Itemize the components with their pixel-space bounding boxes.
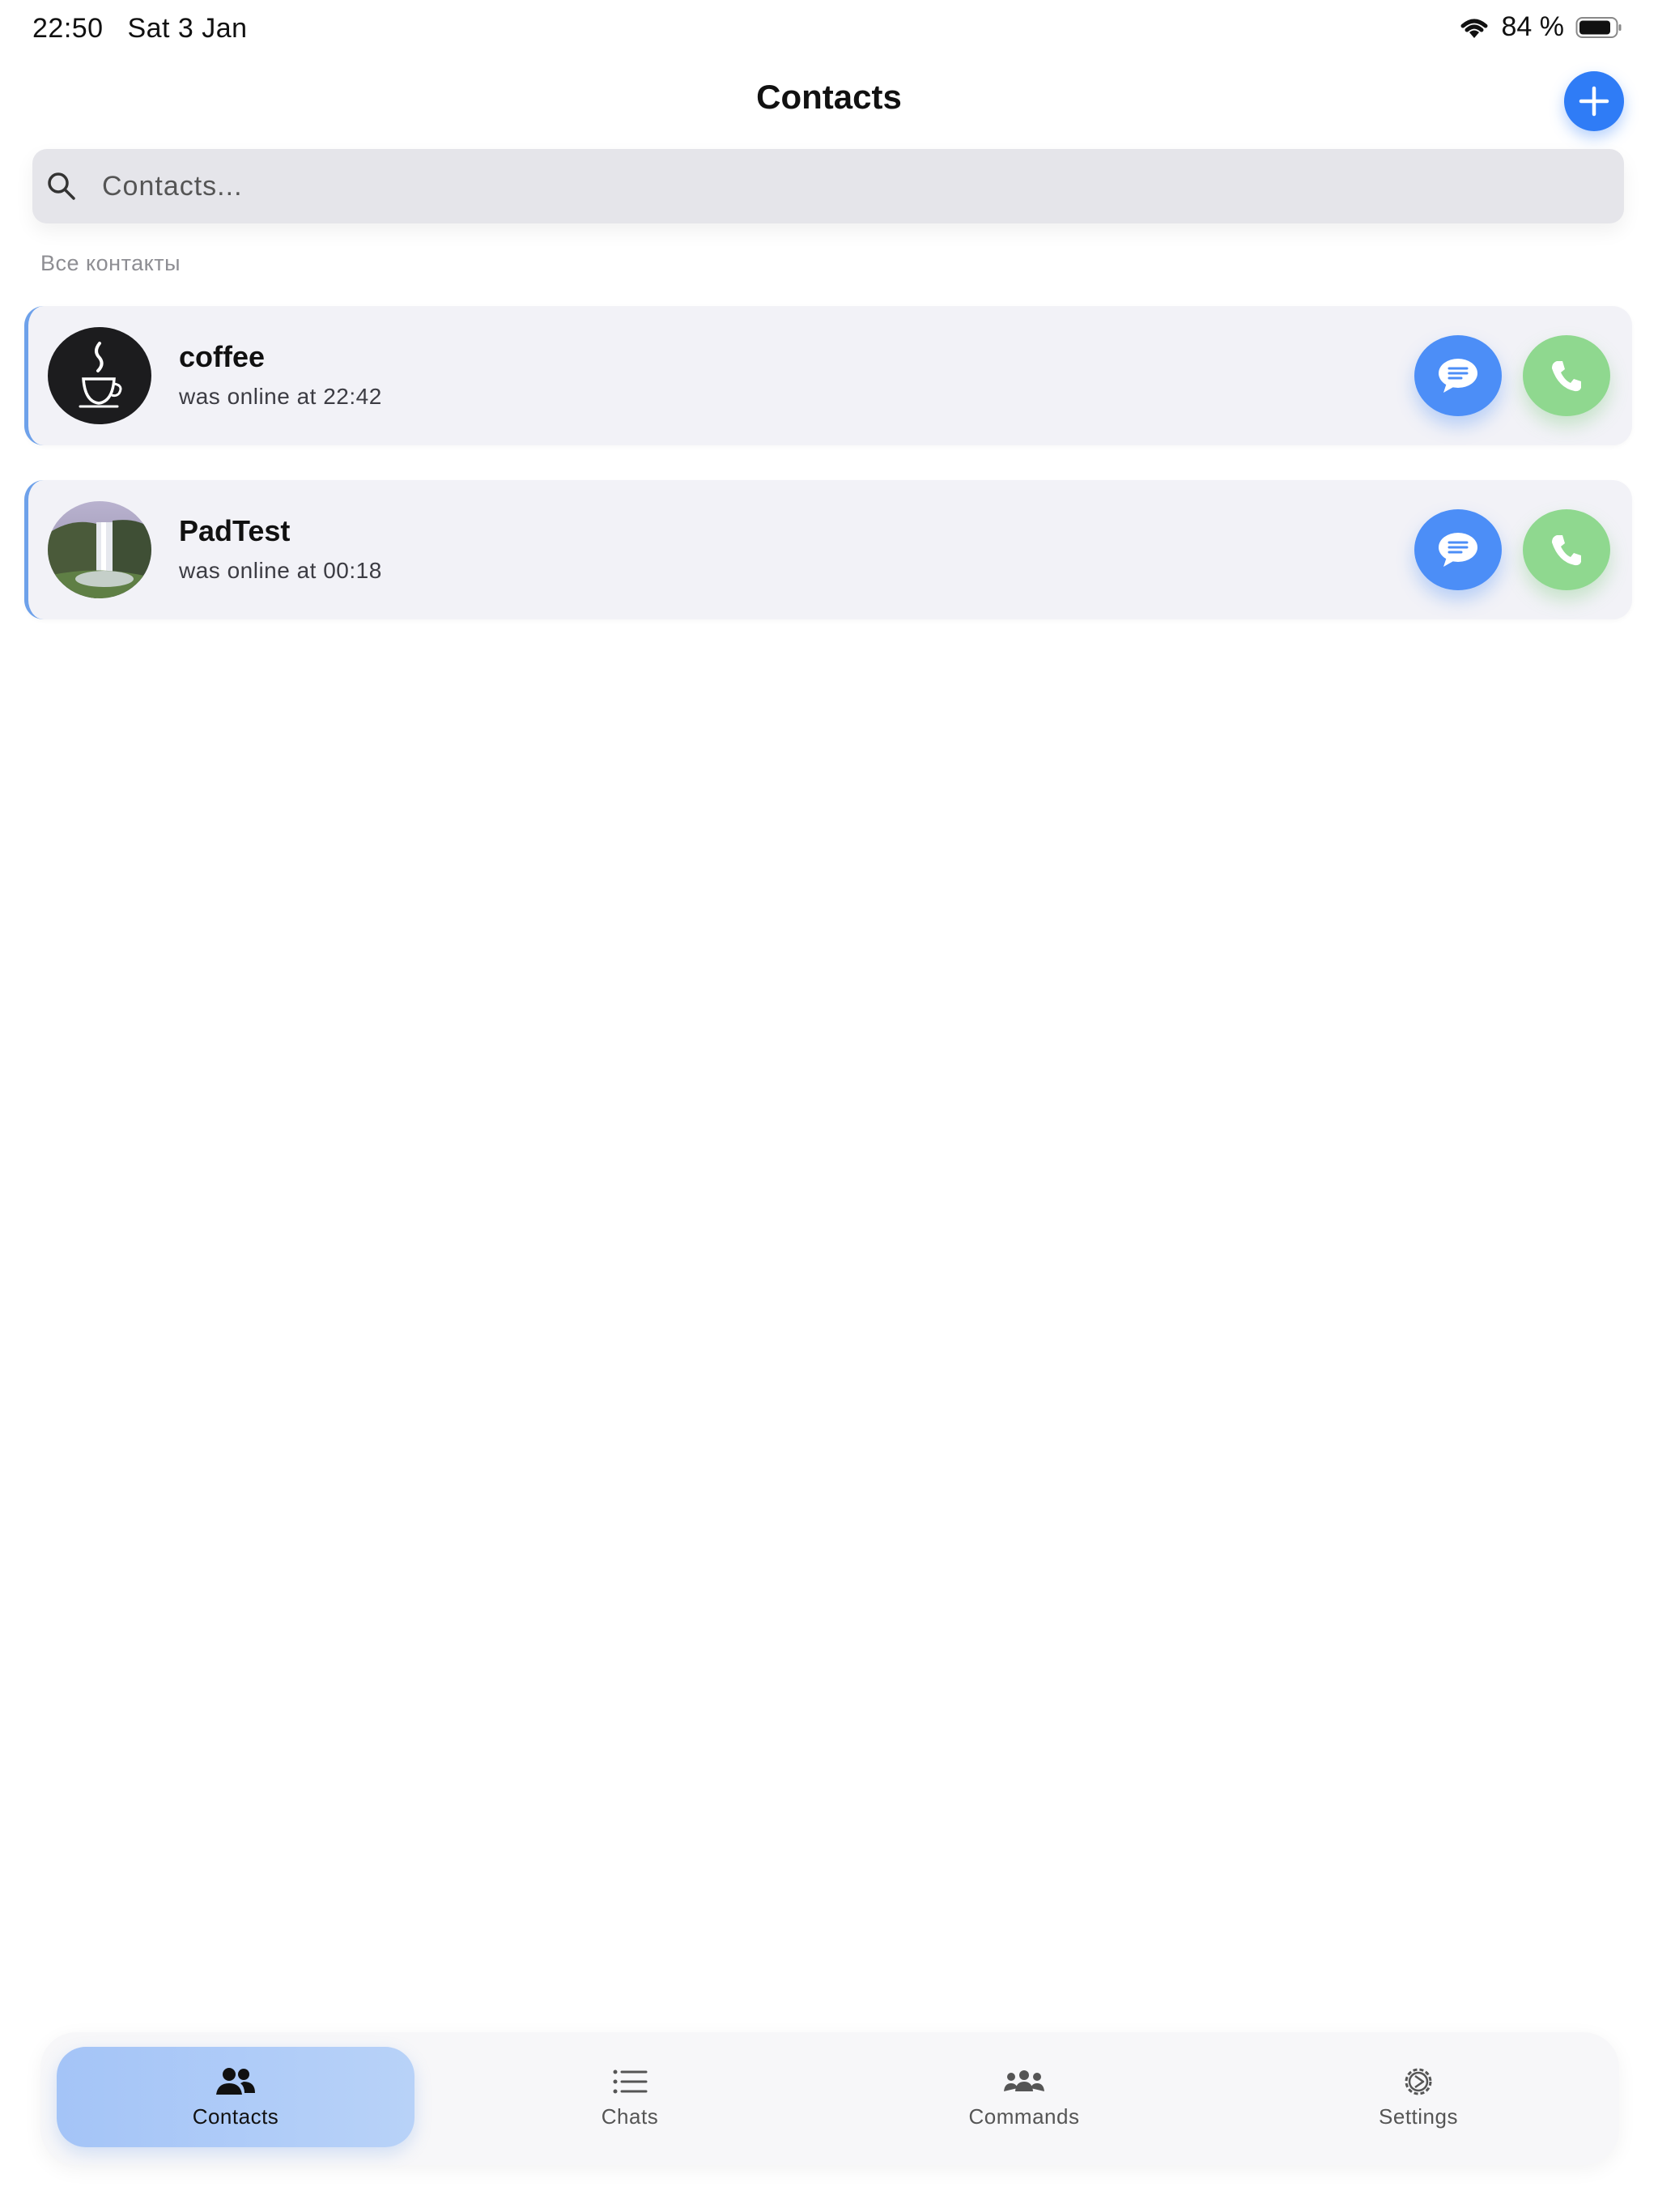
call-button[interactable] [1523, 509, 1610, 590]
tab-contacts[interactable]: Contacts [57, 2047, 414, 2147]
page-title: Contacts [756, 78, 902, 116]
contact-row[interactable]: PadTest was online at 00:18 [24, 480, 1632, 619]
tab-label: Contacts [192, 2104, 279, 2129]
search-bar[interactable] [32, 149, 1624, 223]
avatar [48, 327, 151, 424]
chat-bubble-icon [1439, 359, 1477, 393]
tab-label: Settings [1379, 2104, 1458, 2129]
chat-button[interactable] [1414, 335, 1502, 416]
tab-settings[interactable]: Settings [1239, 2047, 1597, 2147]
plus-icon [1579, 86, 1609, 117]
tab-label: Chats [601, 2104, 659, 2129]
chat-bubble-icon [1439, 533, 1477, 567]
search-icon [48, 172, 75, 200]
contact-name: coffee [179, 340, 266, 373]
chat-button[interactable] [1414, 509, 1502, 590]
avatar [48, 501, 151, 598]
contact-status: was online at 00:18 [179, 558, 382, 583]
waterfall-photo [48, 501, 151, 598]
wifi-icon [1460, 19, 1487, 38]
status-indicators: 84 % [1458, 11, 1623, 43]
tab-commands[interactable]: Commands [845, 2047, 1203, 2147]
tab-chats[interactable]: Chats [451, 2047, 809, 2147]
list-icon [613, 2069, 648, 2093]
search-input[interactable] [100, 169, 1624, 203]
status-time: 22:50 Sat 3 Jan [32, 13, 248, 45]
battery-icon [1575, 16, 1622, 38]
phone-icon [1552, 535, 1581, 566]
call-button[interactable] [1523, 335, 1610, 416]
people-icon [216, 2067, 255, 2095]
tab-label: Commands [968, 2104, 1080, 2129]
clock: 22:50 [32, 13, 104, 44]
contact-name: PadTest [179, 514, 291, 547]
coffee-cup-icon [48, 327, 151, 424]
tab-bar: Contacts Chats Commands Settings [40, 2032, 1619, 2165]
add-contact-button[interactable] [1564, 71, 1624, 131]
gear-icon [1405, 2068, 1432, 2095]
phone-icon [1552, 361, 1581, 392]
date: Sat 3 Jan [127, 13, 248, 44]
contact-status: was online at 22:42 [179, 384, 382, 409]
section-header: Все контакты [40, 251, 181, 275]
group-icon [1004, 2069, 1044, 2091]
battery-percent: 84 % [1501, 11, 1565, 42]
contact-row[interactable]: coffee was online at 22:42 [24, 306, 1632, 445]
